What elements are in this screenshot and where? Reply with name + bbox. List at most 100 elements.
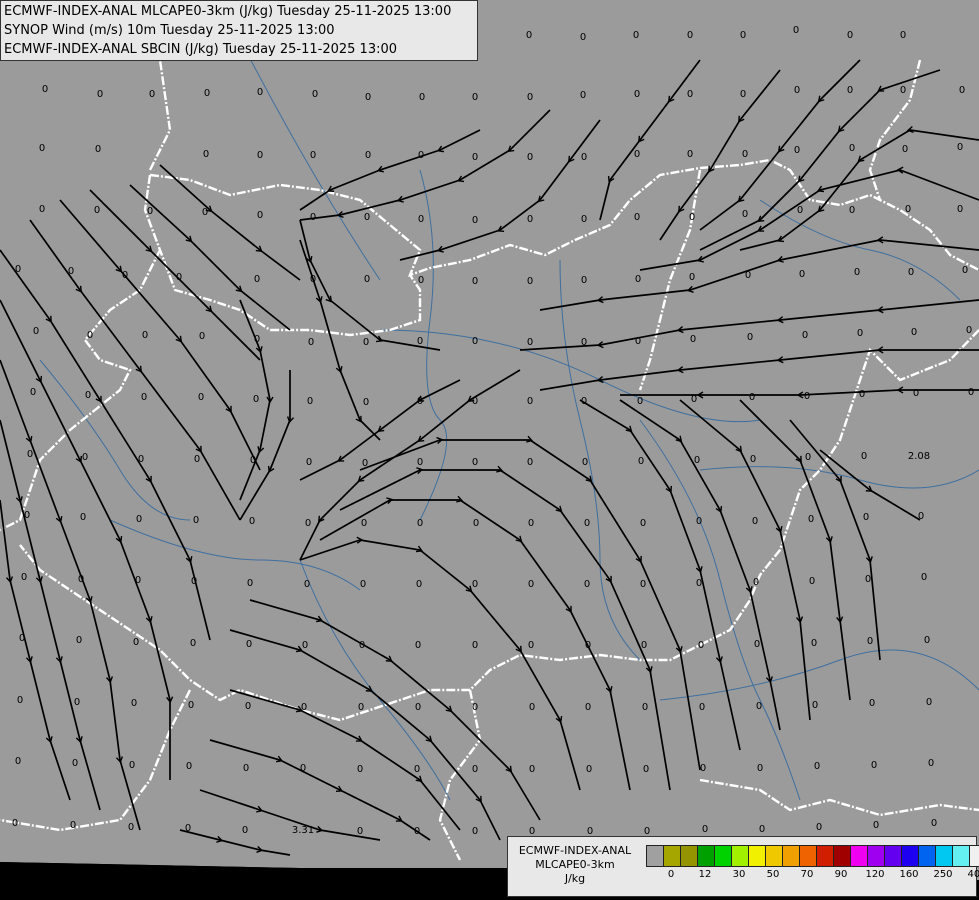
legend-ticks: 0 12 30 50 70 90 120 160 250 400 xyxy=(646,869,979,883)
value-label: 0 xyxy=(581,214,587,225)
value-label: 0 xyxy=(472,276,478,287)
value-label: 0 xyxy=(365,150,371,161)
value-label: 0 xyxy=(911,327,917,338)
value-label: 0 xyxy=(358,702,364,713)
value-label: 0 xyxy=(527,152,533,163)
value-label: 0 xyxy=(472,457,478,468)
value-label: 0 xyxy=(136,514,142,525)
legend-tick-label: 12 xyxy=(698,869,712,880)
value-label: 0 xyxy=(740,89,746,100)
value-label: 0 xyxy=(364,212,370,223)
value-label: 0 xyxy=(87,330,93,341)
value-label: 0 xyxy=(19,633,25,644)
value-label: 0 xyxy=(638,456,644,467)
value-label: 0 xyxy=(129,760,135,771)
value-label: 0 xyxy=(794,85,800,96)
value-label: 0 xyxy=(417,457,423,468)
value-label: 0 xyxy=(417,518,423,529)
value-label: 0 xyxy=(527,396,533,407)
header-line-wind: SYNOP Wind (m/s) 10m Tuesday 25-11-2025 … xyxy=(4,23,335,38)
value-label: 0 xyxy=(687,149,693,160)
value-label: 0 xyxy=(849,205,855,216)
value-label: 0 xyxy=(802,330,808,341)
value-label: 0 xyxy=(585,702,591,713)
value-label: 0 xyxy=(918,511,924,522)
legend-swatch xyxy=(902,846,919,866)
value-label: 0 xyxy=(816,822,822,833)
value-label: 0 xyxy=(472,336,478,347)
value-label: 0 xyxy=(633,30,639,41)
value-label: 0 xyxy=(642,702,648,713)
value-label: 0 xyxy=(415,702,421,713)
value-label: 0 xyxy=(257,150,263,161)
value-label: 0 xyxy=(924,635,930,646)
value-label: 0 xyxy=(308,337,314,348)
value-label: 0 xyxy=(472,764,478,775)
legend-swatch xyxy=(647,846,664,866)
legend-title: ECMWF-INDEX-ANAL MLCAPE0-3km J/kg xyxy=(510,844,640,886)
value-label: 0 xyxy=(15,264,21,275)
value-label: 0 xyxy=(586,764,592,775)
legend-tick-label: 400 xyxy=(967,869,979,880)
value-label: 0 xyxy=(966,325,972,336)
value-label: 0 xyxy=(698,640,704,651)
value-label: 0 xyxy=(33,326,39,337)
value-label: 0 xyxy=(97,89,103,100)
value-label: 0 xyxy=(307,396,313,407)
value-label: 0 xyxy=(756,701,762,712)
value-label: 0 xyxy=(814,761,820,772)
value-label: 0 xyxy=(700,763,706,774)
value-label: 0 xyxy=(306,457,312,468)
value-label: 0 xyxy=(245,701,251,712)
legend-swatch xyxy=(766,846,783,866)
legend-tick-label: 160 xyxy=(899,869,919,880)
value-label: 0 xyxy=(361,518,367,529)
value-label: 0 xyxy=(584,579,590,590)
value-label: 0 xyxy=(364,274,370,285)
legend-swatch xyxy=(749,846,766,866)
value-label: 0 xyxy=(142,330,148,341)
value-label: 0 xyxy=(529,702,535,713)
value-label: 0 xyxy=(750,454,756,465)
legend-swatch xyxy=(851,846,868,866)
legend-swatch xyxy=(715,846,732,866)
legend-swatch xyxy=(664,846,681,866)
value-label: 0 xyxy=(581,337,587,348)
value-label: 3.31 xyxy=(292,825,314,836)
value-label: 0 xyxy=(634,149,640,160)
value-label: 0 xyxy=(527,457,533,468)
value-label: 0 xyxy=(472,396,478,407)
value-label: 0 xyxy=(76,635,82,646)
value-label: 0 xyxy=(867,636,873,647)
value-label: 0 xyxy=(687,30,693,41)
legend-tick-label: 250 xyxy=(933,869,953,880)
value-label: 0 xyxy=(257,210,263,221)
value-label: 0 xyxy=(854,267,860,278)
value-label: 0 xyxy=(176,272,182,283)
value-label: 0 xyxy=(72,758,78,769)
value-label: 0 xyxy=(921,572,927,583)
value-label: 0 xyxy=(805,452,811,463)
value-label: 0 xyxy=(94,205,100,216)
value-label: 0 xyxy=(473,518,479,529)
value-label: 2.08 xyxy=(908,451,930,462)
legend-swatch xyxy=(800,846,817,866)
value-label: 0 xyxy=(362,458,368,469)
value-label: 0 xyxy=(959,85,965,96)
value-label: 0 xyxy=(752,516,758,527)
value-label: 0 xyxy=(198,392,204,403)
value-label: 0 xyxy=(527,276,533,287)
value-label: 0 xyxy=(928,758,934,769)
legend-swatch xyxy=(698,846,715,866)
value-label: 0 xyxy=(580,90,586,101)
value-label: 0 xyxy=(754,639,760,650)
value-label: 0 xyxy=(740,30,746,41)
value-label: 0 xyxy=(414,826,420,837)
value-label: 0 xyxy=(753,577,759,588)
value-label: 0 xyxy=(472,640,478,651)
value-label: 0 xyxy=(82,452,88,463)
value-label: 0 xyxy=(135,575,141,586)
value-label: 0 xyxy=(742,209,748,220)
value-label: 0 xyxy=(528,640,534,651)
legend-tick-label: 50 xyxy=(766,869,780,880)
